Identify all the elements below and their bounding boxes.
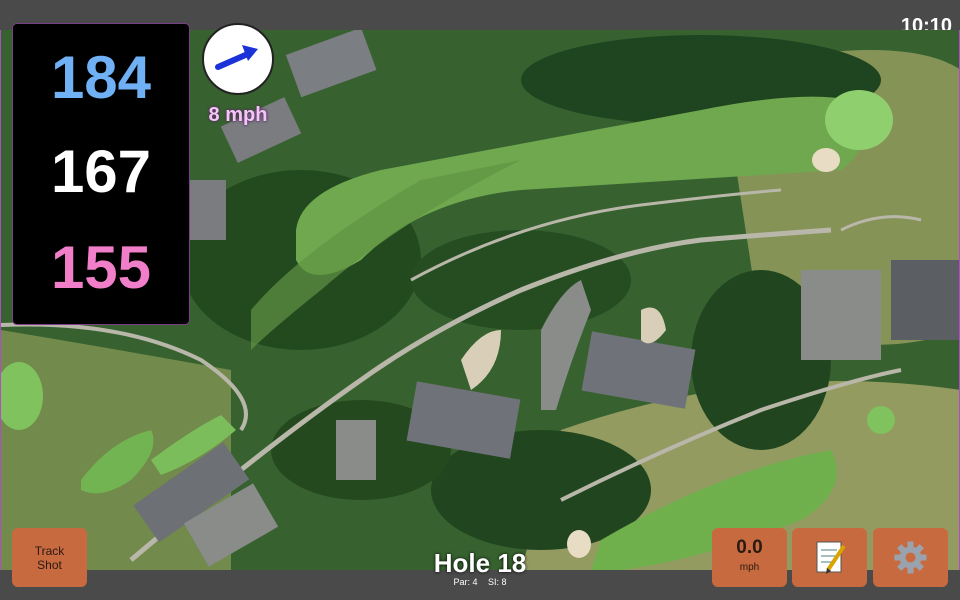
wind-arrow-icon [215,45,258,70]
track-shot-label-line2: Shot [37,558,62,572]
distance-panel: 184 167 155 [12,23,190,325]
hole-par: Par: 4 [453,577,478,587]
settings-button[interactable] [873,528,948,587]
hole-stroke-index: SI: 8 [488,577,507,587]
gear-icon [894,541,927,574]
wind-speed-label: 8 mph [208,104,268,126]
track-shot-label-line1: Track [34,544,65,558]
notes-button[interactable] [792,528,867,587]
speed-button[interactable]: 0.0 mph [712,528,787,587]
hole-title: Hole 18 [433,548,527,578]
hole-details: Par: 4 SI: 8 [380,577,580,587]
distance-middle: 167 [50,138,152,205]
speed-value: 0.0 [736,537,763,558]
notepad-icon [816,541,846,574]
wind-direction-dial [202,23,274,95]
hole-info: Hole 18 Par: 4 SI: 8 [380,549,580,587]
distance-front: 155 [50,234,152,301]
distance-back: 184 [50,44,152,111]
speed-unit: mph [739,562,760,573]
track-shot-button[interactable]: Track Shot [12,528,87,587]
